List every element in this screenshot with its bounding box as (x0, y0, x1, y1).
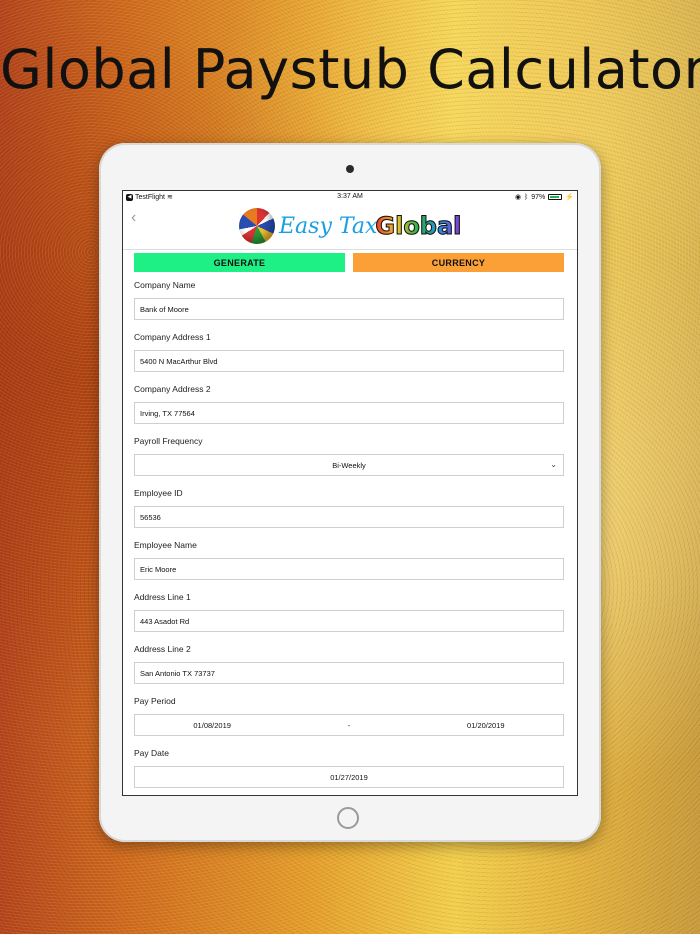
employee-name-label: Employee Name (134, 540, 197, 550)
home-button[interactable] (337, 807, 359, 829)
logo-text-global: Global (375, 212, 462, 241)
company-address-2-input[interactable]: Irving, TX 77564 (134, 402, 564, 424)
currency-button[interactable]: CURRENCY (353, 253, 564, 272)
clock: 3:37 AM (337, 193, 363, 200)
bluetooth-icon: ᛒ (524, 193, 529, 201)
pay-period-range: 01/08/2019 - 01/20/2019 (134, 714, 564, 736)
chevron-down-icon: ⌄ (550, 460, 557, 469)
pay-period-start-input[interactable]: 01/08/2019 (193, 721, 231, 730)
pay-period-end-input[interactable]: 01/20/2019 (467, 721, 505, 730)
status-bar: ◀ TestFlight ≋ 3:37 AM ◉ ᛒ 97% ⚡ (123, 191, 577, 203)
location-icon: ◉ (514, 194, 522, 201)
employee-id-label: Employee ID (134, 488, 183, 498)
pay-date-label: Pay Date (134, 748, 169, 758)
generate-button[interactable]: GENERATE (134, 253, 345, 272)
action-buttons: GENERATE CURRENCY (134, 253, 564, 272)
battery-percent: 97% (531, 193, 546, 201)
charging-icon: ⚡ (565, 194, 574, 201)
payroll-frequency-value: Bi-Weekly (332, 460, 366, 470)
employee-id-input[interactable]: 56536 (134, 506, 564, 528)
flag-globe-icon (239, 208, 275, 244)
address-line-1-label: Address Line 1 (134, 592, 191, 602)
pay-period-separator: - (347, 720, 351, 730)
payroll-frequency-label: Payroll Frequency (134, 436, 203, 446)
app-logo: Easy Tax Global (239, 208, 462, 244)
employee-name-input[interactable]: Eric Moore (134, 558, 564, 580)
logo-text-easy: Easy Tax (279, 213, 378, 239)
company-name-label: Company Name (134, 280, 196, 290)
tablet-frame: ◀ TestFlight ≋ 3:37 AM ◉ ᛒ 97% ⚡ ‹ Easy … (99, 143, 601, 842)
back-chevron-icon[interactable]: ‹ (131, 209, 136, 227)
camera-icon (346, 165, 354, 173)
app-screen: ◀ TestFlight ≋ 3:37 AM ◉ ᛒ 97% ⚡ ‹ Easy … (122, 190, 578, 796)
promo-headline: Global Paystub Calculator (0, 38, 700, 101)
nav-bar: ‹ Easy Tax Global (123, 203, 577, 250)
address-line-1-input[interactable]: 443 Asadot Rd (134, 610, 564, 632)
battery-icon (548, 194, 563, 200)
paystub-form: Company Name Bank of Moore Company Addre… (134, 279, 564, 795)
address-line-2-label: Address Line 2 (134, 644, 191, 654)
company-name-input[interactable]: Bank of Moore (134, 298, 564, 320)
company-address-2-label: Company Address 2 (134, 384, 211, 394)
pay-period-label: Pay Period (134, 696, 176, 706)
address-line-2-input[interactable]: San Antonio TX 73737 (134, 662, 564, 684)
company-address-1-label: Company Address 1 (134, 332, 211, 342)
payroll-frequency-select[interactable]: Bi-Weekly ⌄ (134, 454, 564, 476)
company-address-1-input[interactable]: 5400 N MacArthur Blvd (134, 350, 564, 372)
pay-date-input[interactable]: 01/27/2019 (134, 766, 564, 788)
